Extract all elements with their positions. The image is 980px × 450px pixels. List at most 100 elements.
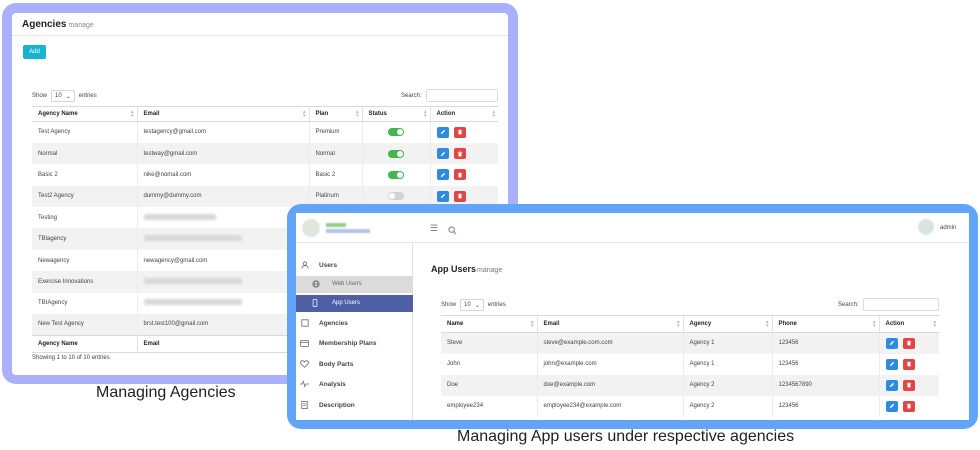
caption-agencies: Managing Agencies (96, 384, 236, 401)
column-header[interactable]: Phone ▴ ▾ (772, 315, 880, 333)
column-header[interactable]: Agency ▴ ▾ (683, 315, 773, 333)
sidebar-item-agencies[interactable]: Agencies (296, 315, 413, 331)
pencil-icon (440, 151, 446, 157)
column-header[interactable]: Email ▴ ▾ (137, 106, 310, 122)
trash-icon (457, 193, 463, 199)
table-row: Basic 2 nike@nomail.com Basic 2 (32, 164, 498, 186)
divider (12, 35, 508, 36)
status-toggle[interactable] (388, 149, 404, 158)
sidebar: Users Web Users App Users Agencies Membe… (296, 243, 413, 420)
delete-button[interactable] (902, 358, 915, 370)
row-actions (436, 126, 466, 138)
pencil-icon (440, 193, 446, 199)
trash-icon (457, 151, 463, 157)
user-name[interactable]: admin (940, 225, 956, 231)
sidebar-item-membership-plans[interactable]: Membership Plans (296, 335, 413, 351)
mobile-icon (312, 299, 318, 309)
sidebar-item-web-users[interactable]: Web Users (296, 276, 413, 293)
pencil-icon (889, 340, 895, 346)
column-header[interactable]: Agency Name ▴ ▾ (32, 106, 138, 122)
chevron-down-icon: ⌄ (474, 302, 480, 309)
column-header[interactable]: Email ▴ ▾ (537, 315, 684, 333)
edit-button[interactable] (436, 169, 449, 181)
entries-select[interactable]: 10 ⌄ (460, 299, 484, 311)
sidebar-item-users[interactable]: Users (296, 257, 413, 273)
plan-cell: Normal (315, 150, 335, 157)
search: Search: (838, 298, 939, 311)
edit-button[interactable] (436, 190, 449, 202)
edit-button[interactable] (436, 148, 449, 160)
name-cell: Test Agency (32, 121, 138, 143)
avatar[interactable] (918, 219, 934, 235)
delete-button[interactable] (453, 126, 466, 138)
email-cell: john@example.com (537, 353, 684, 375)
sidebar-item-analysis[interactable]: Analysis (296, 376, 413, 392)
trash-icon (457, 129, 463, 135)
agency-cell: Agency 2 (683, 395, 773, 417)
redacted-email (143, 299, 242, 306)
user-icon (300, 261, 309, 270)
show-entries: Show 10 ⌄ entries (441, 299, 506, 311)
card-icon (300, 339, 309, 348)
logo-text (326, 229, 370, 233)
row-actions (436, 190, 466, 202)
top-bar: ☰ admin (296, 213, 969, 243)
app-users-frame: ☰ admin Users Web Users App Users Agenci… (287, 204, 978, 429)
edit-button[interactable] (885, 337, 898, 349)
phone-cell: 123456 (772, 395, 880, 417)
edit-button[interactable] (885, 358, 898, 370)
email-cell: steve@example.com.com (537, 332, 684, 354)
name-cell: Newagency (32, 249, 138, 272)
delete-button[interactable] (902, 400, 915, 412)
row-actions (885, 337, 915, 349)
edit-button[interactable] (885, 400, 898, 412)
pencil-icon (889, 403, 895, 409)
redacted-email (143, 235, 242, 242)
column-header[interactable]: Name ▴ ▾ (441, 315, 538, 333)
menu-icon[interactable]: ☰ (430, 223, 438, 234)
edit-button[interactable] (885, 379, 898, 391)
search-icon[interactable] (448, 222, 457, 240)
sidebar-item-app-users[interactable]: App Users (296, 295, 413, 312)
column-header[interactable]: Plan ▴ ▾ (309, 106, 363, 122)
name-cell: employee234 (441, 395, 538, 417)
sidebar-item-description[interactable]: Description (296, 397, 413, 413)
app-logo (302, 219, 320, 237)
table-row: Doe doe@example.com Agency 2 1234567890 (441, 374, 939, 396)
name-cell: New Test Agency (32, 314, 138, 336)
row-actions (436, 148, 466, 160)
status-toggle[interactable] (388, 192, 404, 201)
pencil-icon (889, 361, 895, 367)
status-toggle[interactable] (388, 128, 404, 137)
delete-button[interactable] (453, 148, 466, 160)
name-cell: Exercise Innovations (32, 271, 138, 293)
column-header[interactable]: Action ▴ ▾ (879, 315, 939, 333)
delete-button[interactable] (453, 169, 466, 181)
delete-button[interactable] (902, 337, 915, 349)
status-toggle[interactable] (388, 170, 404, 179)
pencil-icon (440, 172, 446, 178)
trash-icon (457, 172, 463, 178)
column-header[interactable]: Action ▴ ▾ (430, 106, 498, 122)
sidebar-item-body-parts[interactable]: Body Parts (296, 356, 413, 372)
search-input[interactable] (862, 298, 939, 311)
search-input[interactable] (425, 89, 498, 102)
email-cell: nike@nomail.com (143, 171, 192, 178)
entries-select[interactable]: 10 ⌄ (51, 90, 75, 102)
page-subtitle: manage (477, 267, 503, 274)
page-subtitle: manage (68, 22, 94, 29)
plan-cell: Platinum (315, 193, 339, 200)
delete-button[interactable] (453, 190, 466, 202)
email-cell: brst.test100@gmail.com (143, 321, 209, 328)
edit-button[interactable] (436, 126, 449, 138)
logo-text (326, 223, 346, 227)
name-cell: Basic 2 (32, 164, 138, 186)
column-header[interactable]: Status ▴ ▾ (362, 106, 431, 122)
add-agency-button[interactable]: Add (23, 45, 46, 59)
entries-label: entries (487, 302, 506, 308)
entries-label: entries (78, 93, 97, 99)
delete-button[interactable] (902, 379, 915, 391)
email-cell: employee234@example.com (537, 395, 684, 417)
pencil-icon (440, 129, 446, 135)
building-icon (300, 319, 309, 328)
